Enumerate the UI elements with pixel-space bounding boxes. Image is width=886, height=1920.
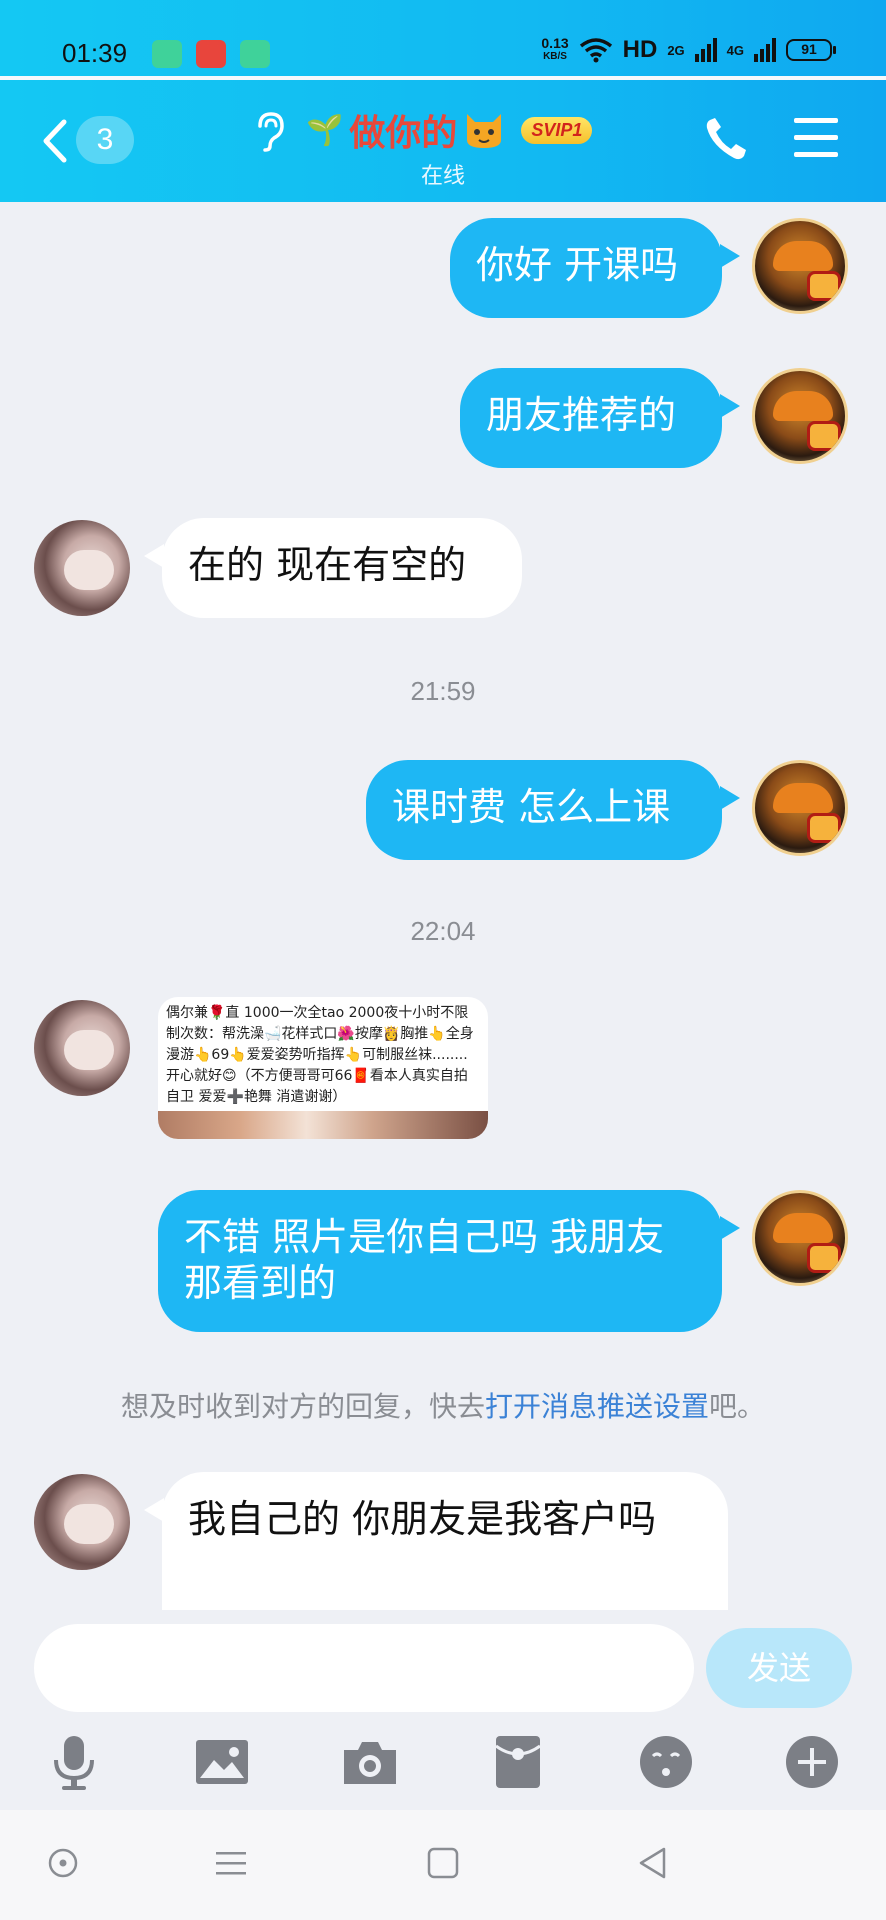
status-time: 01:39 bbox=[62, 38, 128, 68]
bubble-tail bbox=[720, 394, 740, 418]
net-4g: 4G bbox=[726, 42, 744, 58]
message-bubble-sent[interactable]: 不错 照片是你自己吗 我朋友那看到的 bbox=[158, 1190, 722, 1332]
bubble-tail bbox=[144, 544, 164, 568]
system-nav-bar bbox=[0, 1810, 886, 1920]
push-settings-link[interactable]: 打开消息推送设置 bbox=[485, 1390, 709, 1423]
app-notification-icon bbox=[152, 40, 182, 68]
app-notification-icon bbox=[240, 40, 270, 68]
ear-icon[interactable] bbox=[252, 110, 286, 152]
bubble-tail bbox=[720, 244, 740, 268]
push-settings-tip: 想及时收到对方的回复，快去打开消息推送设置吧。 bbox=[0, 1385, 886, 1425]
tip-tail: 吧。 bbox=[709, 1390, 766, 1423]
message-bubble-received[interactable]: 在的 现在有空的 bbox=[162, 518, 522, 618]
assist-icon[interactable] bbox=[46, 1846, 80, 1880]
message-timestamp: 22:04 bbox=[410, 916, 476, 946]
message-input[interactable] bbox=[34, 1624, 694, 1712]
plus-icon[interactable] bbox=[782, 1732, 842, 1792]
contact-avatar[interactable] bbox=[34, 520, 130, 616]
image-photo-strip bbox=[158, 1111, 488, 1139]
emoji-icon[interactable] bbox=[636, 1732, 696, 1792]
status-bar: 01:39 0.13 KB/S HD 2G 4G 91 bbox=[0, 0, 886, 76]
bubble-tail bbox=[720, 786, 740, 810]
home-icon[interactable] bbox=[426, 1846, 460, 1880]
recents-icon[interactable] bbox=[214, 1846, 248, 1880]
signal-icon bbox=[694, 38, 717, 62]
signal-icon bbox=[754, 38, 776, 62]
red-packet-icon[interactable] bbox=[488, 1732, 548, 1792]
input-bar: 发送 bbox=[0, 1610, 886, 1810]
send-button[interactable]: 发送 bbox=[706, 1628, 852, 1708]
message-bubble-received[interactable]: 我自己的 你朋友是我客户吗 bbox=[162, 1472, 728, 1610]
sprout-icon: 🌱 bbox=[306, 112, 344, 148]
camera-icon[interactable] bbox=[340, 1732, 400, 1792]
my-avatar[interactable] bbox=[752, 1190, 848, 1286]
hd-indicator: HD bbox=[622, 36, 658, 63]
contact-avatar[interactable] bbox=[34, 1474, 130, 1570]
image-icon[interactable] bbox=[192, 1732, 252, 1792]
image-message-text: 偶尔兼🌹直 1000一次全tao 2000夜十小时不限制次数：帮洗澡🛁花样式口🌺… bbox=[166, 1005, 474, 1105]
online-status: 在线 bbox=[420, 164, 465, 189]
bubble-tail bbox=[144, 1498, 164, 1522]
menu-icon[interactable] bbox=[794, 118, 838, 169]
phone-call-icon[interactable] bbox=[704, 116, 748, 162]
tip-text: 想及时收到对方的回复，快去 bbox=[120, 1390, 485, 1423]
net-speed: 0.13 KB/S bbox=[541, 35, 569, 62]
contact-title[interactable]: 🌱 做你的 SVIP1 bbox=[306, 104, 593, 156]
cat-emoji-icon bbox=[467, 114, 502, 148]
message-bubble-sent[interactable]: 朋友推荐的 bbox=[460, 368, 722, 468]
image-message[interactable]: 偶尔兼🌹直 1000一次全tao 2000夜十小时不限制次数：帮洗澡🛁花样式口🌺… bbox=[158, 997, 488, 1139]
status-right: 0.13 KB/S HD 2G 4G 91 bbox=[541, 35, 836, 64]
net-2g: 2G bbox=[667, 42, 685, 58]
my-avatar[interactable] bbox=[752, 218, 848, 314]
my-avatar[interactable] bbox=[752, 368, 848, 464]
microphone-icon[interactable] bbox=[44, 1732, 104, 1792]
message-bubble-sent[interactable]: 你好 开课吗 bbox=[450, 218, 722, 318]
bubble-tail bbox=[720, 1216, 740, 1240]
message-bubble-sent[interactable]: 课时费 怎么上课 bbox=[366, 760, 722, 860]
message-timestamp: 21:59 bbox=[410, 676, 476, 706]
nav-back-icon[interactable] bbox=[636, 1846, 670, 1880]
contact-avatar[interactable] bbox=[34, 1000, 130, 1096]
app-notification-icon bbox=[196, 40, 226, 68]
battery-icon: 91 bbox=[786, 39, 836, 61]
unread-count-badge[interactable]: 3 bbox=[76, 116, 134, 164]
vip-badge: SVIP1 bbox=[521, 116, 593, 144]
my-avatar[interactable] bbox=[752, 760, 848, 856]
contact-name: 做你的 bbox=[349, 113, 458, 154]
chat-header: 3 🌱 做你的 SVIP1 在线 bbox=[0, 80, 886, 202]
wifi-icon bbox=[579, 38, 612, 63]
